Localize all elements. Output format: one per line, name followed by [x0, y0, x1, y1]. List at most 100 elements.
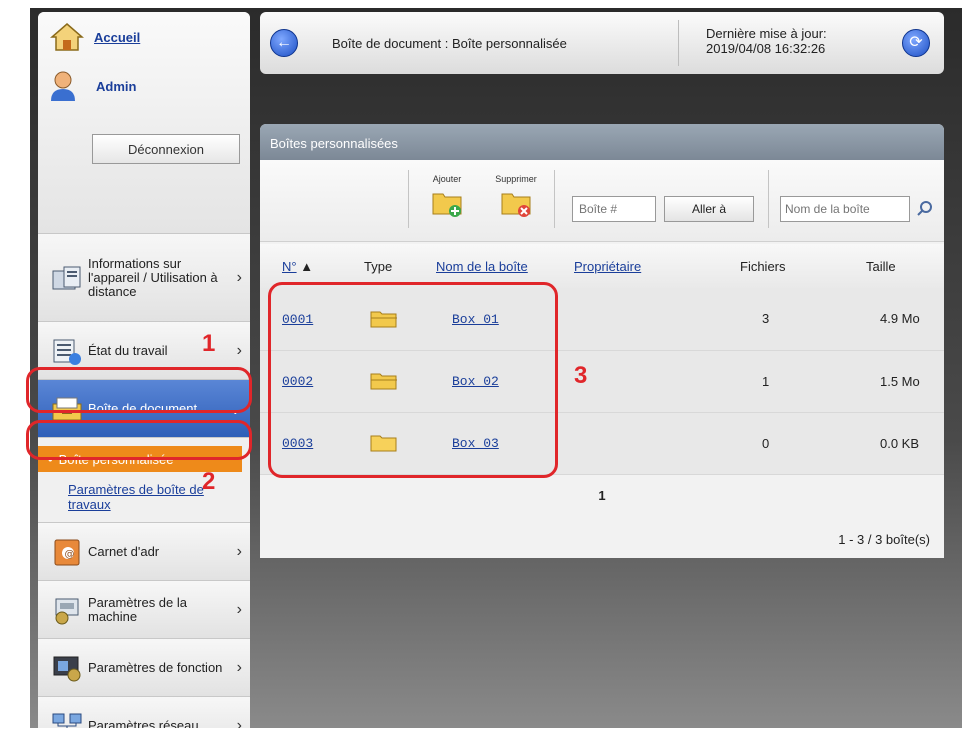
- add-box-button[interactable]: Ajouter: [422, 174, 472, 217]
- column-header-name[interactable]: Nom de la boîte: [418, 244, 558, 288]
- table-row[interactable]: 0001 Box 01 3 4.9 Mo: [260, 288, 944, 351]
- box-number-input[interactable]: [572, 196, 656, 222]
- sidebar-submenu: • Boîte personnalisée Paramètres de boît…: [38, 438, 250, 523]
- step-number-2: 2: [202, 468, 216, 495]
- column-header-owner[interactable]: Propriétaire: [558, 244, 698, 288]
- machine-settings-icon: [50, 595, 84, 625]
- refresh-button[interactable]: ⟳: [902, 29, 930, 57]
- device-info-icon: [50, 263, 84, 293]
- column-header-files: Fichiers: [698, 244, 818, 288]
- function-settings-icon: [50, 653, 84, 683]
- sort-name-link[interactable]: Nom de la boîte: [436, 259, 528, 274]
- folder-delete-icon: [500, 188, 532, 217]
- chevron-right-icon: ›: [236, 341, 242, 359]
- sort-owner-link[interactable]: Propriétaire: [574, 259, 641, 274]
- back-button[interactable]: ←: [270, 29, 298, 57]
- chevron-down-icon: ⌄: [228, 400, 242, 418]
- page-title: Boîte de document : Boîte personnalisée: [332, 36, 567, 51]
- box-name-search-input[interactable]: [780, 196, 910, 222]
- refresh-icon: ⟳: [909, 34, 923, 51]
- sidebar-item-machine-settings[interactable]: Paramètres de la machine ›: [38, 581, 250, 639]
- sidebar: Accueil Admin Déconnexion Informations s…: [38, 12, 250, 728]
- box-number-link[interactable]: 0003: [282, 436, 313, 451]
- page-header: ← Boîte de document : Boîte personnalisé…: [260, 12, 944, 74]
- sort-number-link[interactable]: N°: [282, 259, 297, 274]
- sidebar-item-document-box[interactable]: Boîte de document ⌄: [38, 380, 250, 438]
- job-status-icon: [50, 336, 84, 366]
- home-icon[interactable]: [49, 22, 85, 52]
- user-avatar-icon: [48, 70, 78, 102]
- chevron-right-icon: ›: [236, 716, 242, 729]
- address-book-icon: @: [50, 537, 84, 567]
- home-row[interactable]: Accueil: [49, 22, 140, 52]
- chevron-right-icon: ›: [236, 542, 242, 560]
- sidebar-item-function-settings[interactable]: Paramètres de fonction ›: [38, 639, 250, 697]
- panel-title: Boîtes personnalisées: [260, 124, 944, 160]
- box-name-link[interactable]: Box 03: [452, 436, 499, 451]
- box-name-link[interactable]: Box 02: [452, 374, 499, 389]
- page-number[interactable]: 1: [598, 488, 605, 503]
- toolbar-divider: [768, 170, 769, 228]
- browser-frame: Accueil Admin Déconnexion Informations s…: [30, 8, 962, 728]
- header-divider: [678, 20, 679, 66]
- column-header-number[interactable]: N° ▲: [260, 244, 342, 288]
- step-number-1: 1: [202, 330, 216, 357]
- box-file-count: 1: [698, 350, 818, 413]
- delete-box-label: Supprimer: [495, 174, 537, 184]
- box-size: 1.5 Mo: [818, 350, 944, 413]
- sidebar-item-label: Paramètres réseau: [88, 717, 199, 728]
- chevron-right-icon: ›: [236, 600, 242, 618]
- box-file-count: 0: [698, 412, 818, 475]
- user-row: Admin: [48, 70, 136, 102]
- goto-button[interactable]: Aller à: [664, 196, 754, 222]
- toolbar-divider: [408, 170, 409, 228]
- sidebar-item-label: Carnet d'adr: [88, 543, 160, 559]
- table-row[interactable]: 0002 Box 02 1 1.5 Mo: [260, 350, 944, 413]
- box-number-link[interactable]: 0001: [282, 312, 313, 327]
- sidebar-item-label: Informations sur l'appareil / Utilisatio…: [88, 255, 218, 299]
- box-owner: [558, 288, 698, 351]
- sidebar-item-label: État du travail: [88, 342, 168, 358]
- toolbar-divider: [554, 170, 555, 228]
- box-size: 0.0 KB: [818, 412, 944, 475]
- sidebar-item-job-status[interactable]: État du travail ›: [38, 322, 250, 380]
- box-owner: [558, 412, 698, 475]
- column-header-type: Type: [342, 244, 418, 288]
- box-name-link[interactable]: Box 01: [452, 312, 499, 327]
- box-size: 4.9 Mo: [818, 288, 944, 351]
- sort-ascending-icon: ▲: [300, 258, 314, 274]
- chevron-right-icon: ›: [236, 268, 242, 286]
- column-header-size: Taille: [818, 244, 944, 288]
- sidebar-item-address-book[interactable]: @ Carnet d'adr ›: [38, 523, 250, 581]
- table-row[interactable]: 0003 Box 03 0 0.0 KB: [260, 412, 944, 475]
- sidebar-item-network-settings[interactable]: Paramètres réseau ›: [38, 697, 250, 728]
- box-number-link[interactable]: 0002: [282, 374, 313, 389]
- custom-boxes-panel: Boîtes personnalisées Ajouter Supprimer …: [260, 124, 944, 558]
- toolbar: Ajouter Supprimer Aller à: [260, 160, 944, 242]
- last-update-time: 2019/04/08 16:32:26: [706, 41, 826, 56]
- box-file-count: 3: [698, 288, 818, 351]
- sidebar-subitem-label: Boîte personnalisée: [58, 451, 174, 467]
- boxes-table: N° ▲ Type Nom de la boîte Propriétaire F…: [260, 244, 944, 475]
- home-link[interactable]: Accueil: [94, 30, 140, 45]
- step-number-3: 3: [574, 362, 588, 389]
- search-icon[interactable]: [916, 200, 934, 218]
- document-box-icon: [50, 394, 84, 424]
- logout-button[interactable]: Déconnexion: [92, 134, 240, 164]
- arrow-left-icon: ←: [276, 34, 292, 51]
- pagination: 1: [260, 488, 944, 503]
- table-header-row: N° ▲ Type Nom de la boîte Propriétaire F…: [260, 244, 944, 288]
- network-settings-icon: [50, 711, 84, 728]
- folder-open-icon: [370, 372, 398, 390]
- user-name: Admin: [96, 78, 137, 94]
- sidebar-item-label: Boîte de document: [88, 400, 198, 416]
- svg-text:@: @: [65, 549, 75, 560]
- delete-box-button[interactable]: Supprimer: [486, 174, 546, 217]
- add-box-label: Ajouter: [432, 174, 462, 184]
- folder-add-icon: [431, 188, 463, 217]
- folder-icon: [370, 434, 398, 452]
- sidebar-item-device-info[interactable]: Informations sur l'appareil / Utilisatio…: [38, 234, 250, 322]
- sidebar-item-label: Paramètres de fonction: [88, 659, 223, 675]
- last-update: Dernière mise à jour: 2019/04/08 16:32:2…: [706, 26, 827, 56]
- last-update-label: Dernière mise à jour:: [706, 26, 827, 41]
